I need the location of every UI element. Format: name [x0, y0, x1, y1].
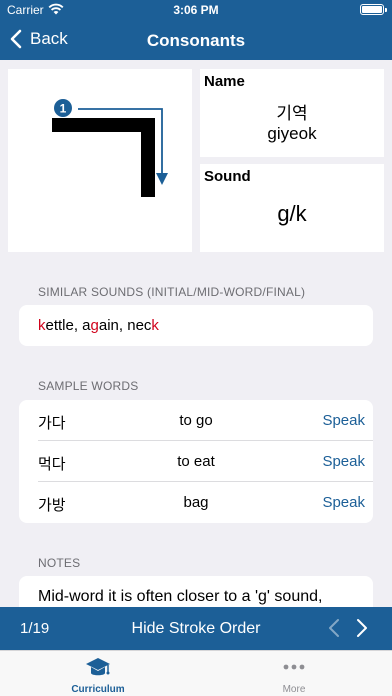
status-bar: Carrier 3:06 PM — [0, 0, 392, 20]
word-english: bag — [183, 494, 209, 511]
stroke-number: 1 — [60, 102, 67, 116]
sample-words-header: SAMPLE WORDS — [38, 379, 139, 393]
name-hangul: 기역 — [276, 104, 308, 124]
name-panel: Name 기역 giyeok — [200, 69, 384, 157]
tab-more-label: More — [282, 684, 306, 695]
notes-header: NOTES — [38, 556, 81, 570]
similar-sounds-header: SIMILAR SOUNDS (INITIAL/MID-WORD/FINAL) — [38, 285, 306, 299]
tab-curriculum[interactable]: Curriculum — [0, 651, 196, 696]
back-label: Back — [30, 29, 68, 48]
speak-button[interactable]: Speak — [322, 412, 365, 429]
letter-glyph-stroke — [52, 118, 155, 197]
notes-card: Mid-word it is often closer to a 'g' sou… — [19, 576, 373, 607]
sample-word-row: 가방 bag Speak — [19, 482, 373, 523]
similar-sounds-card: kettle, again, neck — [19, 305, 373, 346]
stroke-order-diagram: 1 — [8, 69, 192, 252]
speak-button[interactable]: Speak — [322, 494, 365, 511]
name-label: Name — [204, 73, 245, 90]
battery-icon — [360, 4, 384, 15]
name-romanized: giyeok — [267, 124, 317, 143]
similar-text-part: ain, nec — [98, 317, 152, 334]
notes-text: Mid-word it is often closer to a 'g' sou… — [38, 588, 323, 605]
next-button[interactable] — [356, 618, 368, 643]
ellipsis-icon — [283, 664, 305, 670]
graduation-cap-icon — [86, 658, 110, 676]
main-content[interactable]: 1 Name 기역 giyeok Sound g/k SIMILAR SOUND… — [0, 60, 392, 607]
sample-word-row: 가다 to go Speak — [19, 400, 373, 441]
highlight-initial: k — [38, 317, 46, 334]
chevron-left-icon — [329, 619, 339, 637]
word-english: to eat — [177, 453, 215, 470]
highlight-final: k — [151, 317, 159, 334]
previous-button[interactable] — [328, 618, 340, 643]
battery-nub — [385, 8, 387, 12]
sound-panel: Sound g/k — [200, 164, 384, 252]
chevron-right-icon — [357, 619, 367, 637]
highlight-mid: g — [90, 317, 99, 334]
tab-more[interactable]: More — [196, 651, 392, 696]
sound-value: g/k — [277, 201, 307, 226]
sample-word-row: 먹다 to eat Speak — [19, 441, 373, 482]
similar-sounds-text: kettle, again, neck — [38, 317, 159, 334]
tab-bar: Curriculum More — [0, 650, 392, 696]
sound-label: Sound — [204, 168, 251, 185]
arrow-head-icon — [156, 173, 168, 185]
similar-text-part: ettle, a — [45, 317, 91, 334]
sample-words-card: 가다 to go Speak 먹다 to eat Speak 가방 bag Sp… — [19, 400, 373, 523]
status-time: 3:06 PM — [173, 3, 219, 17]
chevron-left-icon — [10, 29, 22, 49]
speak-button[interactable]: Speak — [322, 453, 365, 470]
bottom-toolbar: 1/19 Hide Stroke Order — [0, 607, 392, 650]
tab-curriculum-label: Curriculum — [71, 684, 125, 695]
back-button[interactable]: Back — [10, 29, 68, 49]
navigation-bar: Back Consonants — [0, 20, 392, 60]
word-english: to go — [179, 412, 213, 429]
